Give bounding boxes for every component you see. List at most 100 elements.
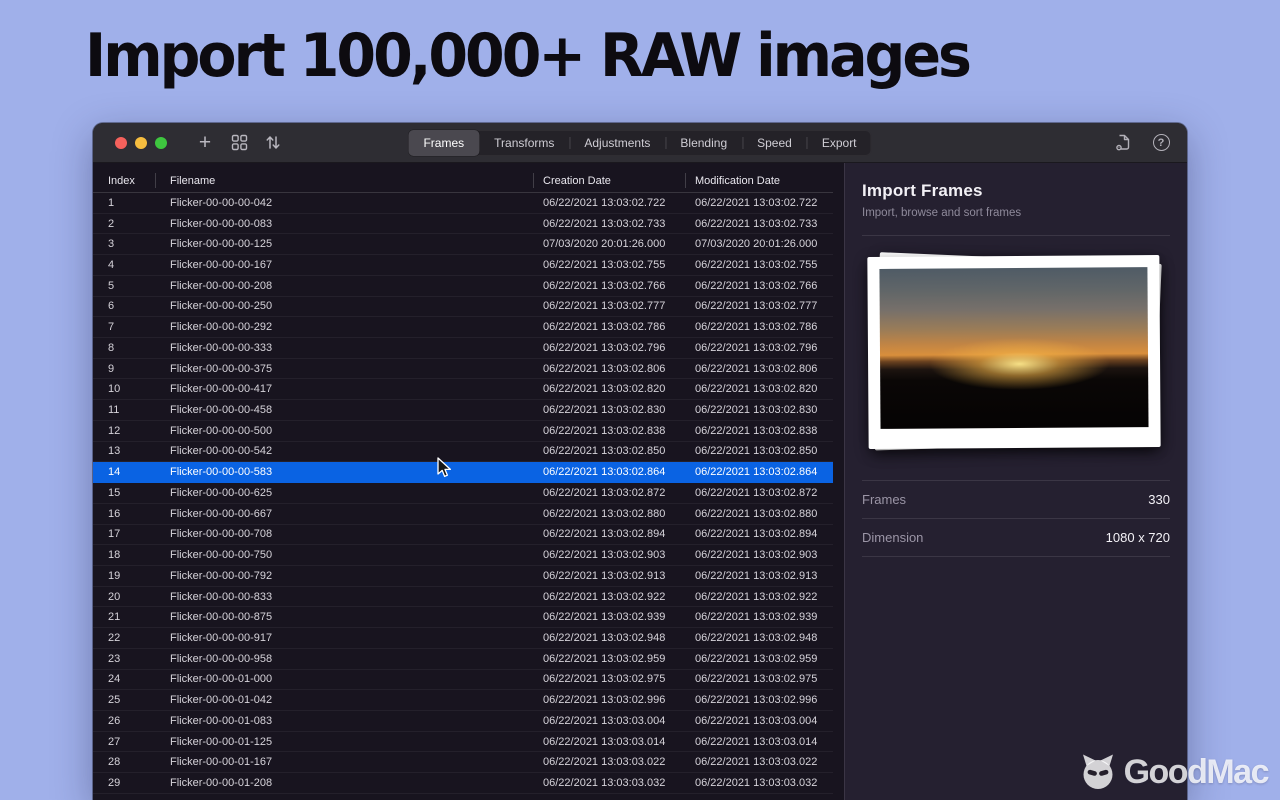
toolbar-left-icons: + <box>193 131 285 155</box>
export-document-button[interactable] <box>1111 131 1135 155</box>
table-cell: 18 <box>93 549 155 561</box>
table-row[interactable]: 25Flicker-00-00-01-04206/22/2021 13:03:0… <box>93 690 833 711</box>
table-cell: 06/22/2021 13:03:03.022 <box>685 756 833 768</box>
table-cell: 06/22/2021 13:03:02.948 <box>533 632 685 644</box>
table-row[interactable]: 14Flicker-00-00-00-58306/22/2021 13:03:0… <box>93 462 833 483</box>
table-cell: Flicker-00-00-00-250 <box>155 300 533 312</box>
table-row[interactable]: 15Flicker-00-00-00-62506/22/2021 13:03:0… <box>93 483 833 504</box>
hero-title: Import 100,000+ RAW images <box>85 22 1195 91</box>
document-gear-icon <box>1114 133 1132 152</box>
cat-logo-icon <box>1077 752 1119 792</box>
table-cell: 06/22/2021 13:03:02.872 <box>533 487 685 499</box>
table-cell: 06/22/2021 13:03:02.755 <box>685 259 833 271</box>
panel-subtitle: Import, browse and sort frames <box>862 207 1170 219</box>
table-cell: Flicker-00-00-00-208 <box>155 280 533 292</box>
table-row[interactable]: 29Flicker-00-00-01-20806/22/2021 13:03:0… <box>93 773 833 794</box>
table-cell: 06/22/2021 13:03:02.864 <box>533 466 685 478</box>
table-cell: 06/22/2021 13:03:02.948 <box>685 632 833 644</box>
logo-text: GoodMac <box>1124 753 1268 792</box>
table-cell: Flicker-00-00-00-708 <box>155 528 533 540</box>
tab-export[interactable]: Export <box>807 130 872 156</box>
table-row[interactable]: 6Flicker-00-00-00-25006/22/2021 13:03:02… <box>93 297 833 318</box>
table-cell: 06/22/2021 13:03:02.922 <box>685 591 833 603</box>
table-cell: Flicker-00-00-00-500 <box>155 425 533 437</box>
table-cell: 06/22/2021 13:03:02.777 <box>685 300 833 312</box>
table-row[interactable]: 26Flicker-00-00-01-08306/22/2021 13:03:0… <box>93 711 833 732</box>
table-cell: Flicker-00-00-00-167 <box>155 259 533 271</box>
column-header-filename[interactable]: Filename <box>155 169 533 192</box>
table-row[interactable]: 13Flicker-00-00-00-54206/22/2021 13:03:0… <box>93 442 833 463</box>
table-row[interactable]: 12Flicker-00-00-00-50006/22/2021 13:03:0… <box>93 421 833 442</box>
table-cell: 28 <box>93 756 155 768</box>
tab-blending[interactable]: Blending <box>665 130 742 156</box>
table-row[interactable]: 27Flicker-00-00-01-12506/22/2021 13:03:0… <box>93 732 833 753</box>
table-row[interactable]: 24Flicker-00-00-01-00006/22/2021 13:03:0… <box>93 670 833 691</box>
table-cell: 21 <box>93 611 155 623</box>
column-header-creation-date[interactable]: Creation Date <box>533 169 685 192</box>
window-main: Index Filename Creation Date Modificatio… <box>93 163 1187 800</box>
add-frames-button[interactable]: + <box>193 131 217 155</box>
table-row[interactable]: 17Flicker-00-00-00-708 06/22/2021 13:03:0… <box>93 525 833 546</box>
table-cell: 24 <box>93 673 155 685</box>
help-button[interactable]: ? <box>1149 131 1173 155</box>
table-cell: 06/22/2021 13:03:02.939 <box>533 611 685 623</box>
table-row[interactable]: 4Flicker-00-00-00-16706/22/2021 13:03:02… <box>93 255 833 276</box>
table-row[interactable]: 18Flicker-00-00-00-75006/22/2021 13:03:0… <box>93 545 833 566</box>
tab-speed[interactable]: Speed <box>742 130 807 156</box>
frames-table-section: Index Filename Creation Date Modificatio… <box>93 163 845 800</box>
table-row[interactable]: 8Flicker-00-00-00-33306/22/2021 13:03:02… <box>93 338 833 359</box>
stat-label: Frames <box>862 492 906 507</box>
table-cell: 06/22/2021 13:03:02.913 <box>533 570 685 582</box>
table-cell: Flicker-00-00-00-667 <box>155 508 533 520</box>
zoom-window-button[interactable] <box>155 137 167 149</box>
table-cell: 06/22/2021 13:03:02.894 <box>685 528 833 540</box>
table-cell: 22 <box>93 632 155 644</box>
tab-transforms[interactable]: Transforms <box>479 130 569 156</box>
table-cell: 06/22/2021 13:03:02.959 <box>533 653 685 665</box>
table-cell: 06/22/2021 13:03:02.796 <box>533 342 685 354</box>
column-header-modification-date[interactable]: Modification Date <box>685 169 833 192</box>
goodmac-logo: GoodMac <box>1077 752 1268 792</box>
table-cell: 06/22/2021 13:03:03.032 <box>685 777 833 789</box>
table-cell: 06/22/2021 13:03:02.838 <box>533 425 685 437</box>
table-row[interactable]: 2Flicker-00-00-00-08306/22/2021 13:03:02… <box>93 214 833 235</box>
table-cell: 06/22/2021 13:03:02.959 <box>685 653 833 665</box>
table-cell: Flicker-00-00-00-125 <box>155 238 533 250</box>
table-row[interactable]: 19Flicker-00-00-00-79206/22/2021 13:03:0… <box>93 566 833 587</box>
table-cell: 06/22/2021 13:03:02.975 <box>685 673 833 685</box>
table-row[interactable]: 23Flicker-00-00-00-95806/22/2021 13:03:0… <box>93 649 833 670</box>
table-cell: 06/22/2021 13:03:02.922 <box>533 591 685 603</box>
table-cell: 23 <box>93 653 155 665</box>
table-cell: 13 <box>93 445 155 457</box>
table-row[interactable]: 22Flicker-00-00-00-91706/22/2021 13:03:0… <box>93 628 833 649</box>
column-header-index[interactable]: Index <box>93 169 155 192</box>
table-row[interactable]: 1Flicker-00-00-00-04206/22/2021 13:03:02… <box>93 193 833 214</box>
tab-frames[interactable]: Frames <box>408 130 479 156</box>
table-row[interactable]: 7Flicker-00-00-00-29206/22/2021 13:03:02… <box>93 317 833 338</box>
table-cell: Flicker-00-00-00-833 <box>155 591 533 603</box>
minimize-window-button[interactable] <box>135 137 147 149</box>
table-cell: Flicker-00-00-01-083 <box>155 715 533 727</box>
sunset-preview-image <box>879 267 1148 429</box>
table-row[interactable]: 28Flicker-00-00-01-16706/22/2021 13:03:0… <box>93 752 833 773</box>
table-row[interactable]: 9Flicker-00-00-00-37506/22/2021 13:03:02… <box>93 359 833 380</box>
table-row[interactable]: 5Flicker-00-00-00-20806/22/2021 13:03:02… <box>93 276 833 297</box>
table-cell: 17 <box>93 528 155 540</box>
table-row[interactable]: 21Flicker-00-00-00-87506/22/2021 13:03:0… <box>93 607 833 628</box>
table-row[interactable]: 3Flicker-00-00-00-12507/03/2020 20:01:26… <box>93 234 833 255</box>
table-cell: 07/03/2020 20:01:26.000 <box>685 238 833 250</box>
table-row[interactable]: 11Flicker-00-00-00-45806/22/2021 13:03:0… <box>93 400 833 421</box>
table-row[interactable]: 10Flicker-00-00-00-41706/22/2021 13:03:0… <box>93 379 833 400</box>
table-row[interactable]: 16Flicker-00-00-00-66706/22/2021 13:03:0… <box>93 504 833 525</box>
tab-adjustments[interactable]: Adjustments <box>569 130 665 156</box>
table-cell: 26 <box>93 715 155 727</box>
close-window-button[interactable] <box>115 137 127 149</box>
table-header: Index Filename Creation Date Modificatio… <box>93 169 833 193</box>
sort-button[interactable] <box>261 131 285 155</box>
grid-view-button[interactable] <box>227 131 251 155</box>
table-cell: Flicker-00-00-00-917 <box>155 632 533 644</box>
table-row[interactable]: 20Flicker-00-00-00-83306/22/2021 13:03:0… <box>93 587 833 608</box>
table-cell: 19 <box>93 570 155 582</box>
table-cell: 06/22/2021 13:03:02.777 <box>533 300 685 312</box>
table-cell: 06/22/2021 13:03:02.830 <box>685 404 833 416</box>
